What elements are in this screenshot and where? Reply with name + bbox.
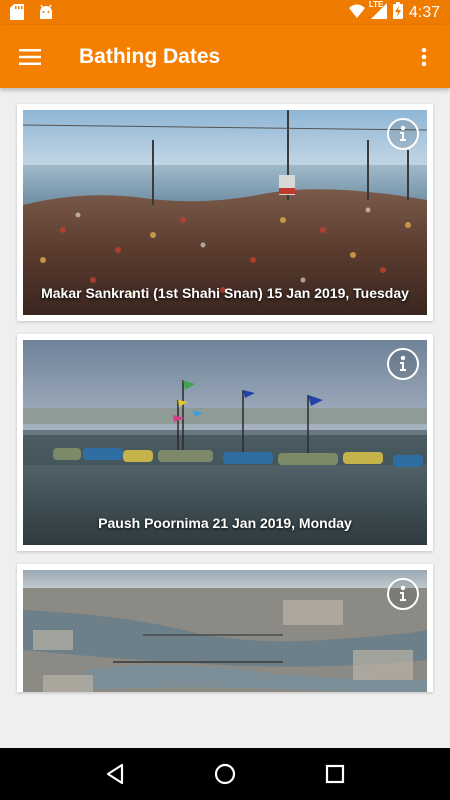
more-vertical-icon[interactable] — [406, 39, 442, 75]
back-icon[interactable] — [95, 754, 135, 794]
info-icon[interactable] — [387, 118, 419, 150]
status-bar: LTE 4:37 — [0, 0, 450, 25]
bathing-dates-list[interactable]: Makar Sankranti (1st Shahi Snan) 15 Jan … — [0, 88, 450, 748]
card-caption: Makar Sankranti (1st Shahi Snan) 15 Jan … — [41, 285, 409, 301]
boats-on-river-photo: Paush Poornima 21 Jan 2019, Monday — [23, 340, 427, 545]
clock: 4:37 — [408, 4, 440, 21]
page-title: Bathing Dates — [79, 45, 221, 68]
crowd-at-river-photo: Makar Sankranti (1st Shahi Snan) 15 Jan … — [23, 110, 427, 315]
home-icon[interactable] — [205, 754, 245, 794]
info-icon[interactable] — [387, 348, 419, 380]
sd-card-icon — [10, 4, 24, 25]
battery-charging-icon — [392, 2, 403, 24]
network-label: LTE — [368, 0, 384, 9]
bathing-date-card[interactable]: Makar Sankranti (1st Shahi Snan) 15 Jan … — [17, 104, 433, 321]
bathing-date-card[interactable]: Paush Poornima 21 Jan 2019, Monday — [17, 334, 433, 551]
card-caption: Paush Poornima 21 Jan 2019, Monday — [98, 515, 352, 531]
system-navigation-bar — [0, 748, 450, 800]
aerial-city-river-photo — [23, 570, 427, 692]
android-icon — [38, 4, 54, 25]
signal-icon: LTE — [368, 0, 387, 24]
info-icon[interactable] — [387, 578, 419, 610]
wifi-icon — [348, 3, 365, 24]
recents-icon[interactable] — [315, 754, 355, 794]
hamburger-menu-icon[interactable] — [12, 39, 48, 75]
bathing-date-card[interactable] — [17, 564, 433, 692]
app-bar: Bathing Dates — [0, 25, 450, 88]
